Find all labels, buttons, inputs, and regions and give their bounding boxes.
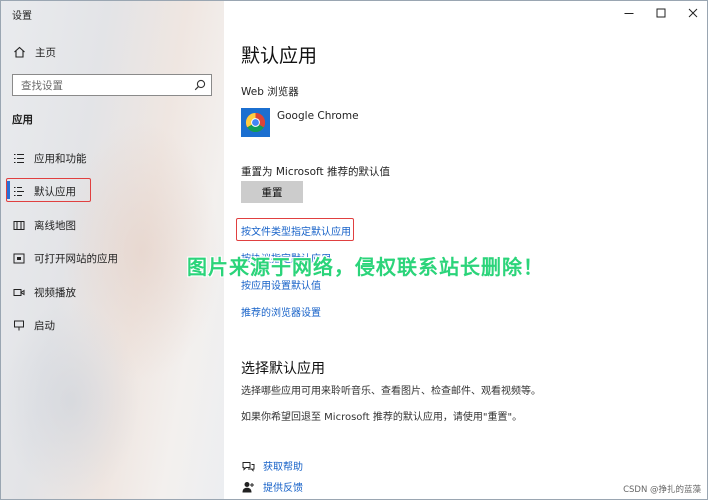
sidebar-item-label: 离线地图 <box>34 219 76 232</box>
home-label: 主页 <box>35 46 56 59</box>
reset-label: 重置为 Microsoft 推荐的默认值 <box>241 166 390 178</box>
choose-default-apps-desc: 选择哪些应用可用来聆听音乐、查看图片、检查邮件、观看视频等。 <box>241 386 541 397</box>
sidebar-item-label: 默认应用 <box>34 185 76 198</box>
watermark-text: 图片来源于网络，侵权联系站长删除！ <box>187 255 544 279</box>
selection-indicator <box>7 181 10 199</box>
window-controls <box>613 1 707 25</box>
search-icon[interactable] <box>189 75 211 95</box>
link-browser-settings[interactable]: 推荐的浏览器设置 <box>241 304 321 319</box>
startup-icon <box>12 319 25 331</box>
chrome-icon <box>241 108 270 137</box>
sidebar-item-label: 可打开网站的应用 <box>34 252 118 265</box>
get-help-label: 获取帮助 <box>263 462 303 473</box>
help-chat-icon <box>241 459 255 473</box>
sidebar-item-label: 应用和功能 <box>34 152 87 165</box>
list-icon <box>12 152 25 164</box>
window-title: 设置 <box>12 11 32 22</box>
sidebar-item-label: 启动 <box>34 319 55 332</box>
sidebar-item-video-playback[interactable]: 视频播放 <box>12 282 76 302</box>
home-icon <box>11 45 27 59</box>
reset-button[interactable]: 重置 <box>241 181 303 203</box>
default-browser-selector[interactable]: Google Chrome <box>241 108 359 137</box>
minimize-icon <box>624 13 634 14</box>
close-icon <box>688 8 698 18</box>
get-help-link[interactable]: 获取帮助 <box>241 458 303 473</box>
map-icon <box>12 219 25 231</box>
settings-window: 设置 主页 查找设置 应用 应用和功能 默认应用 离线地图 可打开网站的应用 视… <box>0 0 708 500</box>
page-title: 默认应用 <box>241 45 318 67</box>
sidebar-item-apps-features[interactable]: 应用和功能 <box>12 148 87 168</box>
reset-hint-desc: 如果你希望回退至 Microsoft 推荐的默认应用，请使用"重置"。 <box>241 412 523 423</box>
feedback-person-icon <box>241 480 255 494</box>
sidebar-item-offline-maps[interactable]: 离线地图 <box>12 215 76 235</box>
minimize-button[interactable] <box>613 1 645 25</box>
feedback-link[interactable]: 提供反馈 <box>241 479 303 494</box>
home-nav-item[interactable]: 主页 <box>11 44 56 60</box>
sidebar-item-label: 视频播放 <box>34 286 76 299</box>
close-button[interactable] <box>677 1 707 25</box>
video-icon <box>12 286 25 298</box>
sidebar-item-open-websites[interactable]: 可打开网站的应用 <box>12 248 118 268</box>
sidebar-item-startup[interactable]: 启动 <box>12 315 55 335</box>
open-website-icon <box>12 252 25 264</box>
web-browser-label: Web 浏览器 <box>241 86 299 98</box>
sidebar-item-default-apps[interactable]: 默认应用 <box>12 181 76 201</box>
feedback-label: 提供反馈 <box>263 483 303 494</box>
search-input[interactable]: 查找设置 <box>21 78 189 93</box>
search-field[interactable]: 查找设置 <box>12 74 212 96</box>
browser-name: Google Chrome <box>277 110 359 122</box>
sidebar-section-title: 应用 <box>12 114 33 126</box>
maximize-icon <box>656 8 666 18</box>
credit-text: CSDN @挣扎的蓝藻 <box>623 485 701 495</box>
link-by-file-type[interactable]: 按文件类型指定默认应用 <box>241 223 351 238</box>
default-apps-icon <box>12 185 25 197</box>
maximize-button[interactable] <box>645 1 677 25</box>
choose-default-apps-heading: 选择默认应用 <box>241 361 325 377</box>
